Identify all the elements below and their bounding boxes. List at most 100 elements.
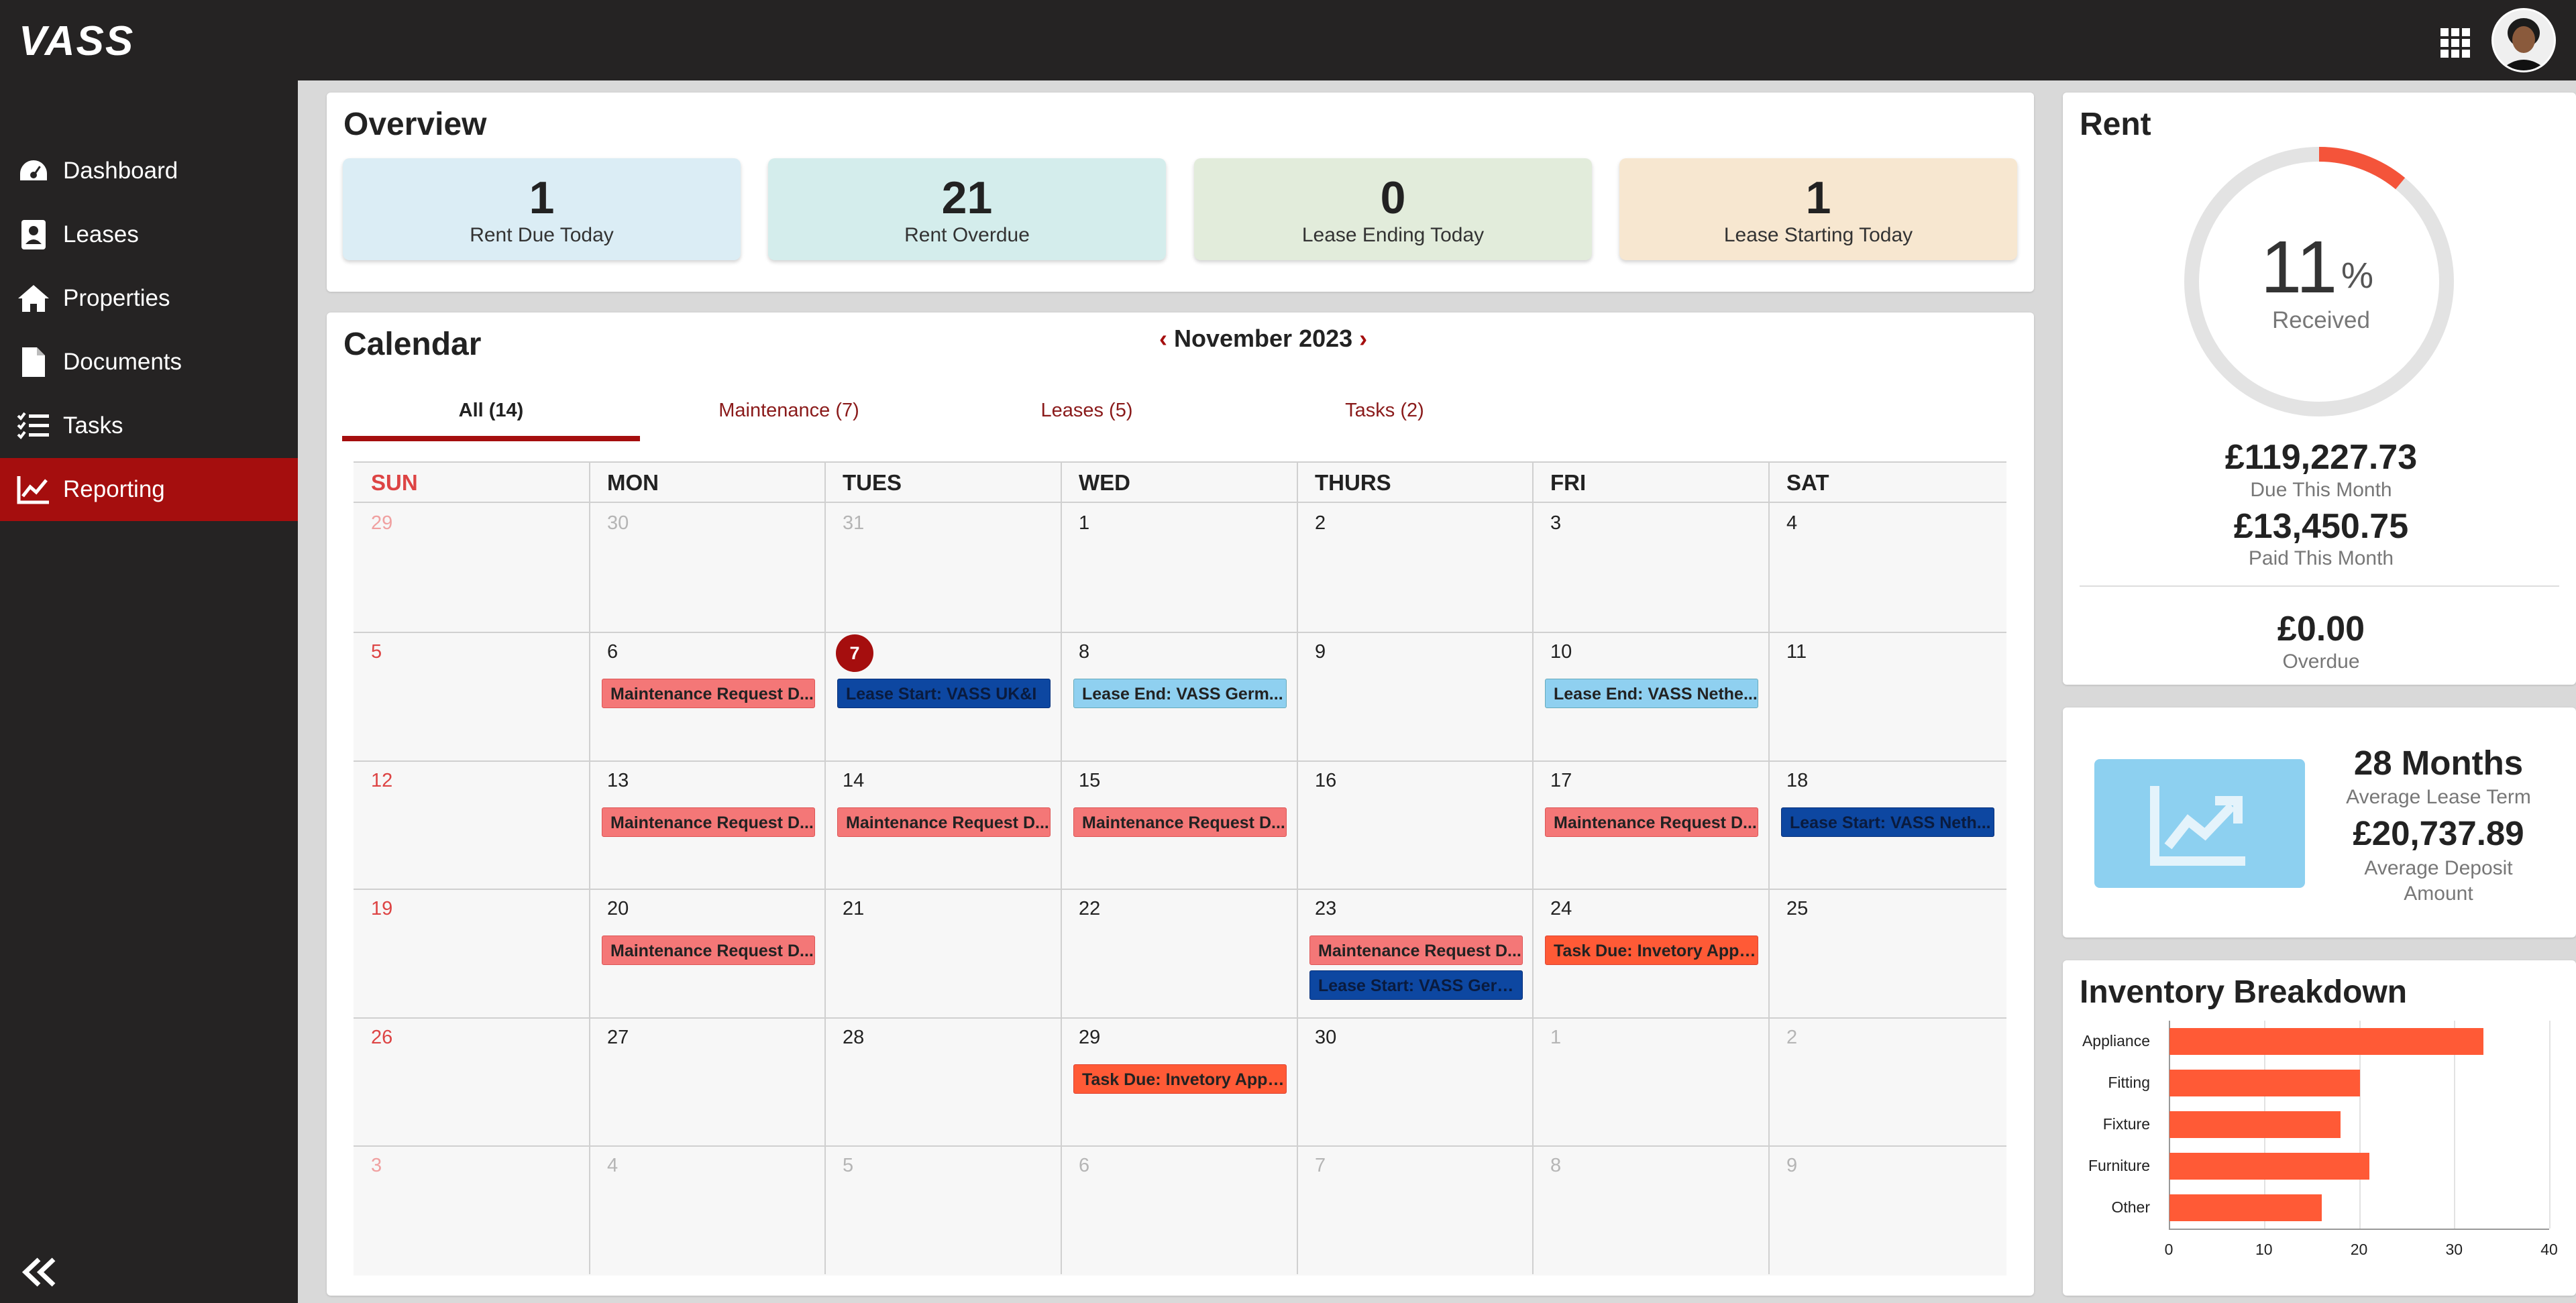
calendar-day-number[interactable]: 20 <box>607 898 629 920</box>
calendar-day-number[interactable]: 29 <box>371 512 392 534</box>
stat-label: Lease Starting Today <box>1723 224 1913 246</box>
calendar-day-number[interactable]: 23 <box>1315 898 1336 920</box>
tab-all[interactable]: All (14) <box>342 400 640 422</box>
lease-stats-icon-box <box>2094 759 2305 888</box>
calendar-event[interactable]: Maintenance Request D... <box>602 807 815 837</box>
tab-tasks[interactable]: Tasks (2) <box>1236 400 1534 422</box>
calendar-day-number[interactable]: 10 <box>1550 641 1572 663</box>
stat-rent-due-today[interactable]: 1 Rent Due Today <box>343 158 741 260</box>
calendar-day-number[interactable]: 9 <box>1315 641 1326 663</box>
calendar-day-number[interactable]: 3 <box>1550 512 1561 534</box>
month-navigator: ‹ November 2023 › <box>1152 325 1374 353</box>
calendar-event[interactable]: Lease Start: VASS UK&I <box>837 679 1051 708</box>
sidebar-item-dashboard[interactable]: Dashboard <box>0 139 298 203</box>
calendar-day-number[interactable]: 6 <box>1079 1155 1089 1177</box>
rent-received-label: Received <box>2272 307 2370 333</box>
calendar-day-number[interactable]: 29 <box>1079 1027 1100 1049</box>
calendar-day-number[interactable]: 9 <box>1786 1155 1797 1177</box>
calendar-event[interactable]: Maintenance Request D... <box>602 679 815 708</box>
calendar-day-number[interactable]: 15 <box>1079 770 1100 792</box>
calendar-event[interactable]: Maintenance Request D... <box>602 936 815 965</box>
sidebar-item-label: Tasks <box>63 412 123 439</box>
calendar-event[interactable]: Lease Start: VASS Germ... <box>1309 970 1523 1000</box>
apps-grid-icon[interactable] <box>2439 27 2471 59</box>
calendar-day-number[interactable]: 27 <box>607 1027 629 1049</box>
calendar-day-number[interactable]: 30 <box>607 512 629 534</box>
dashboard-icon <box>16 154 51 188</box>
calendar-day-number[interactable]: 24 <box>1550 898 1572 920</box>
stat-label: Rent Overdue <box>904 224 1030 246</box>
chart-bar <box>2169 1028 2483 1055</box>
chart-bar <box>2169 1153 2369 1180</box>
calendar-day-number[interactable]: 18 <box>1786 770 1808 792</box>
tab-maintenance[interactable]: Maintenance (7) <box>640 400 938 422</box>
calendar-day-number[interactable]: 26 <box>371 1027 392 1049</box>
calendar-day-number[interactable]: 1 <box>1079 512 1089 534</box>
calendar-column-divider <box>1532 461 1534 1274</box>
chart-category-label: Fitting <box>2108 1074 2150 1091</box>
stat-value: 1 <box>529 172 555 223</box>
chart-category-label: Furniture <box>2088 1157 2150 1174</box>
rent-title: Rent <box>2080 107 2151 142</box>
chart-line-icon <box>2150 786 2245 866</box>
calendar-day-number[interactable]: 2 <box>1315 512 1326 534</box>
calendar-day-number[interactable]: 4 <box>607 1155 618 1177</box>
calendar-day-number[interactable]: 2 <box>1786 1027 1797 1049</box>
chart-bar <box>2169 1111 2341 1138</box>
calendar-event[interactable]: Task Due: Invetory Appr... <box>1545 936 1758 965</box>
calendar-event[interactable]: Task Due: Invetory Appr... <box>1073 1064 1287 1094</box>
calendar-day-number[interactable]: 12 <box>371 770 392 792</box>
sidebar-item-reporting[interactable]: Reporting <box>0 458 298 521</box>
calendar-day-number[interactable]: 5 <box>371 641 382 663</box>
calendar-day-number[interactable]: 30 <box>1315 1027 1336 1049</box>
calendar-day-number[interactable]: 17 <box>1550 770 1572 792</box>
stat-rent-overdue[interactable]: 21 Rent Overdue <box>768 158 1166 260</box>
calendar-day-number[interactable]: 6 <box>607 641 618 663</box>
sidebar-item-documents[interactable]: Documents <box>0 331 298 394</box>
calendar-event[interactable]: Maintenance Request D... <box>1309 936 1523 965</box>
calendar-day-number[interactable]: 1 <box>1550 1027 1561 1049</box>
calendar-day-number[interactable]: 5 <box>843 1155 853 1177</box>
app-logo[interactable]: VASS <box>19 17 134 65</box>
stat-lease-ending-today[interactable]: 0 Lease Ending Today <box>1194 158 1592 260</box>
sidebar-item-tasks[interactable]: Tasks <box>0 394 298 457</box>
chart-bar <box>2169 1194 2322 1221</box>
calendar-day-number[interactable]: 8 <box>1550 1155 1561 1177</box>
collapse-sidebar-icon[interactable] <box>19 1255 59 1289</box>
calendar-day-number[interactable]: 14 <box>843 770 864 792</box>
weekday-header: SAT <box>1786 470 1829 495</box>
calendar-day-number[interactable]: 16 <box>1315 770 1336 792</box>
calendar-event[interactable]: Maintenance Request D... <box>837 807 1051 837</box>
calendar-day-number[interactable]: 4 <box>1786 512 1797 534</box>
calendar-day-number[interactable]: 13 <box>607 770 629 792</box>
sidebar-item-properties[interactable]: Properties <box>0 267 298 330</box>
calendar-day-number[interactable]: 7 <box>1315 1155 1326 1177</box>
calendar-day-number[interactable]: 28 <box>843 1027 864 1049</box>
next-month-icon[interactable]: › <box>1352 325 1374 353</box>
calendar-day-number[interactable]: 8 <box>1079 641 1089 663</box>
stat-lease-starting-today[interactable]: 1 Lease Starting Today <box>1619 158 2017 260</box>
sidebar-item-label: Dashboard <box>63 158 178 184</box>
sidebar: Dashboard Leases Properties Documents Ta… <box>0 80 298 1303</box>
calendar-day-number[interactable]: 19 <box>371 898 392 920</box>
calendar-day-number[interactable]: 31 <box>843 512 864 534</box>
calendar-grid <box>354 461 2006 1276</box>
calendar-column-divider <box>824 461 826 1274</box>
gauge-progress-arc <box>2318 147 2406 190</box>
prev-month-icon[interactable]: ‹ <box>1152 325 1174 353</box>
calendar-event[interactable]: Lease End: VASS Nethe... <box>1545 679 1758 708</box>
calendar-day-number[interactable]: 25 <box>1786 898 1808 920</box>
calendar-event[interactable]: Maintenance Request D... <box>1545 807 1758 837</box>
today-date-marker[interactable]: 7 <box>836 634 873 672</box>
tab-leases[interactable]: Leases (5) <box>938 400 1236 422</box>
calendar-event[interactable]: Lease End: VASS Germ... <box>1073 679 1287 708</box>
calendar-day-number[interactable]: 11 <box>1786 641 1807 663</box>
calendar-event[interactable]: Lease Start: VASS Neth... <box>1781 807 1994 837</box>
calendar-day-number[interactable]: 22 <box>1079 898 1100 920</box>
calendar-event[interactable]: Maintenance Request D... <box>1073 807 1287 837</box>
calendar-row-divider <box>354 760 2006 762</box>
sidebar-item-leases[interactable]: Leases <box>0 203 298 266</box>
calendar-day-number[interactable]: 3 <box>371 1155 382 1177</box>
user-avatar[interactable] <box>2491 8 2556 72</box>
calendar-day-number[interactable]: 21 <box>843 898 864 920</box>
